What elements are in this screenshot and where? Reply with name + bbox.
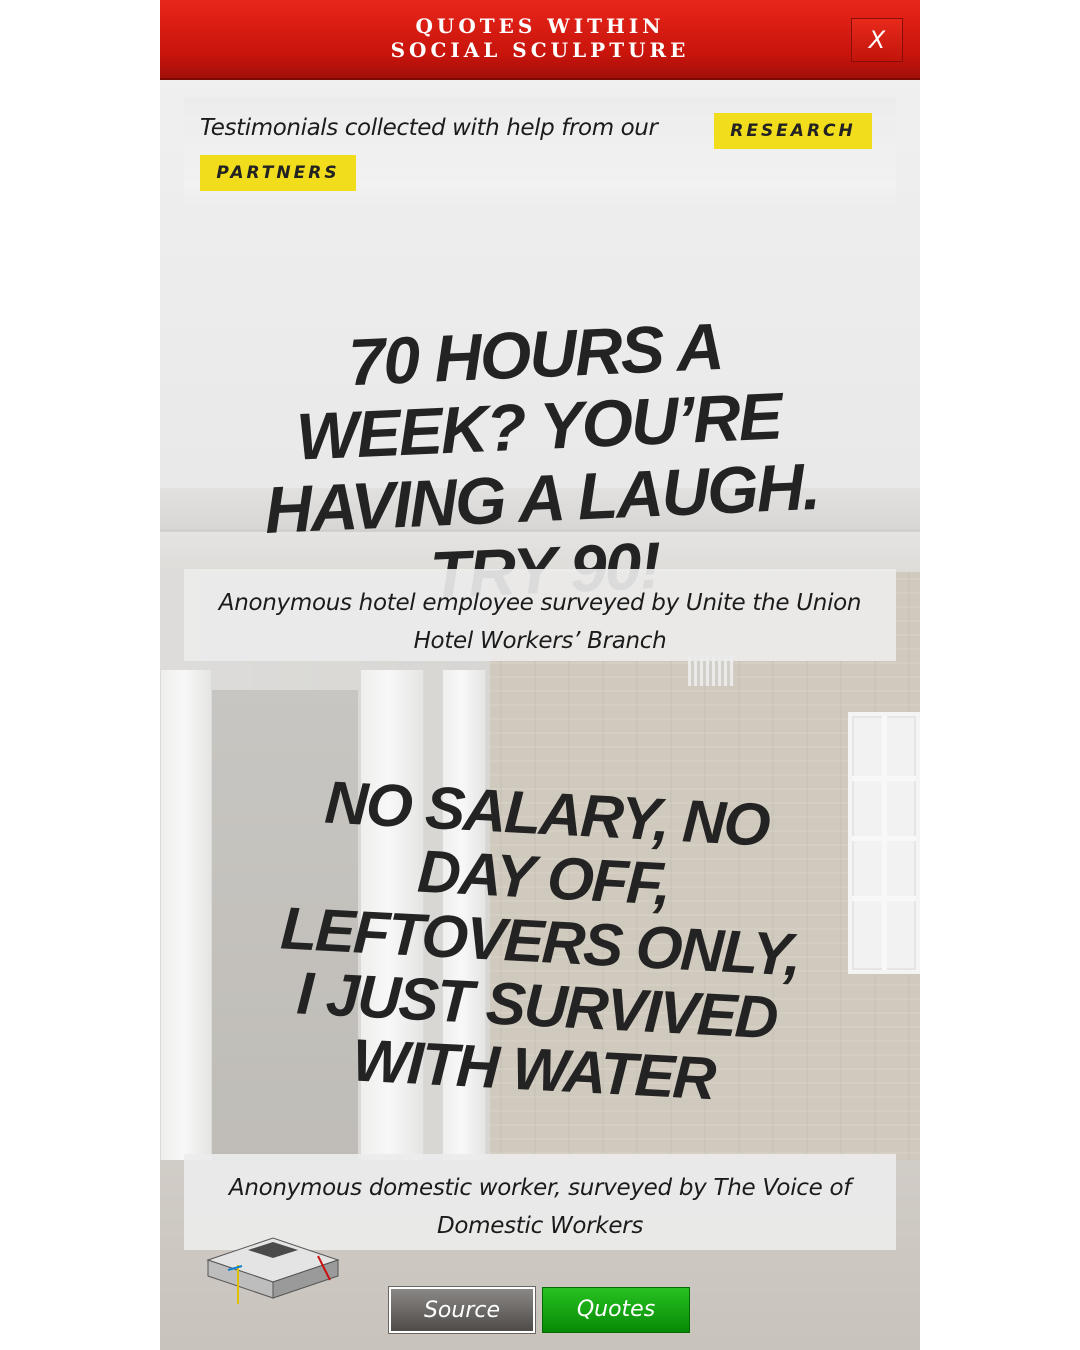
source-button[interactable]: Source [388,1286,536,1334]
app-screen: QUOTES WITHIN SOCIAL SCULPTURE X Testimo… [160,0,920,1350]
close-button[interactable]: X [851,18,903,62]
header-bar: QUOTES WITHIN SOCIAL SCULPTURE X [160,0,920,80]
page-title: QUOTES WITHIN SOCIAL SCULPTURE [390,14,690,62]
close-icon: X [868,26,886,54]
intro-panel: Testimonials collected with help from ou… [184,97,896,207]
quotes-button[interactable]: Quotes [542,1287,690,1333]
quote-text: NO SALARY, NO DAY OFF, LEFTOVERS ONLY, I… [279,768,801,1113]
research-partners-link[interactable]: PARTNERS [200,155,356,191]
research-partners-link[interactable]: RESEARCH [714,113,872,149]
quote-attribution: Anonymous hotel employee surveyed by Uni… [184,569,896,661]
building-model-icon[interactable] [198,1220,348,1310]
intro-text: Testimonials collected with help from ou… [200,115,658,141]
